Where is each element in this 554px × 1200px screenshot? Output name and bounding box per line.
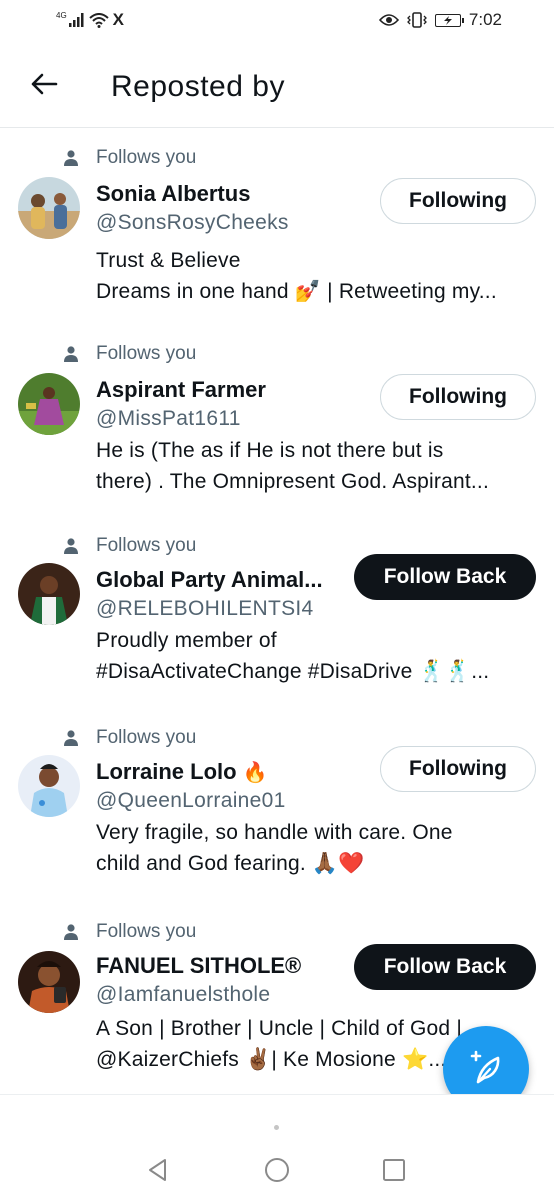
bio-line: Dreams in one hand 💅 | Retweeting my... — [96, 280, 497, 303]
name-row: Sonia Albertus — [96, 181, 250, 207]
following-button[interactable]: Following — [380, 374, 536, 420]
display-name[interactable]: Sonia Albertus — [96, 181, 250, 207]
arrow-left-icon — [31, 73, 58, 95]
follows-you-label: Follows you — [96, 343, 197, 364]
nav-home-button[interactable] — [262, 1155, 292, 1185]
follow-back-button[interactable]: Follow Back — [354, 944, 536, 990]
bio-line: He is (The as if He is not there but is — [96, 439, 444, 462]
eye-icon — [378, 14, 399, 26]
follow-back-button[interactable]: Follow Back — [354, 554, 536, 600]
avatar[interactable] — [18, 755, 80, 817]
user-handle: @MissPat1611 — [96, 407, 241, 430]
avatar[interactable] — [18, 563, 80, 625]
user-handle: @SonsRosyCheeks — [96, 211, 289, 234]
nav-indicator-dot — [274, 1125, 279, 1130]
nav-back-button[interactable] — [143, 1155, 173, 1185]
name-row: FANUEL SITHOLE® — [96, 953, 301, 979]
wifi-icon — [89, 12, 109, 28]
social-context: Follows you — [62, 147, 196, 169]
follows-you-label: Follows you — [96, 727, 197, 748]
person-icon — [64, 346, 78, 362]
system-nav-bar — [0, 1094, 554, 1200]
user-list: Follows you Sonia Albertus @SonsRosyChee… — [0, 129, 554, 1071]
following-button[interactable]: Following — [380, 746, 536, 792]
social-context: Follows you — [62, 535, 196, 557]
signal-icon — [68, 13, 84, 27]
user-handle: @QueenLorraine01 — [96, 789, 286, 812]
social-context: Follows you — [62, 727, 196, 749]
bio-line: Trust & Believe — [96, 249, 241, 272]
user-handle: @Iamfanuelsthole — [96, 983, 271, 1006]
follows-you-label: Follows you — [96, 147, 197, 168]
user-cell[interactable]: Follows you Global Party Animal... @RELE… — [0, 517, 554, 709]
user-cell[interactable]: Follows you Sonia Albertus @SonsRosyChee… — [0, 129, 554, 325]
user-cell[interactable]: Follows you Lorraine Lolo 🔥 @QueenLorrai… — [0, 709, 554, 903]
social-context: Follows you — [62, 343, 196, 365]
home-circle-icon — [265, 1158, 289, 1182]
person-icon — [64, 150, 78, 166]
status-bar: 4G X 7:02 — [0, 0, 554, 44]
display-name[interactable]: Lorraine Lolo — [96, 759, 237, 785]
user-bio: Trust & Believe Dreams in one hand 💅 | R… — [96, 245, 536, 307]
name-row: Lorraine Lolo 🔥 — [96, 759, 267, 785]
display-name[interactable]: FANUEL SITHOLE® — [96, 953, 301, 979]
bio-line: #DisaActivateChange #DisaDrive 🕺🕺... — [96, 660, 490, 683]
user-bio: He is (The as if He is not there but is … — [96, 435, 536, 497]
bio-line: Proudly member of — [96, 629, 277, 652]
battery-icon — [434, 13, 464, 27]
clock-time: 7:02 — [468, 10, 502, 29]
bio-line: Very fragile, so handle with care. One — [96, 821, 453, 844]
person-icon — [64, 538, 78, 554]
follows-you-label: Follows you — [96, 535, 197, 556]
user-cell[interactable]: Follows you Aspirant Farmer @MissPat1611… — [0, 325, 554, 517]
compose-post-icon — [470, 1050, 500, 1084]
bio-line: there) . The Omnipresent God. Aspirant..… — [96, 470, 489, 493]
network-type: 4G — [56, 10, 67, 20]
name-row: Aspirant Farmer — [96, 377, 266, 403]
avatar[interactable] — [18, 177, 80, 239]
user-bio: Proudly member of #DisaActivateChange #D… — [96, 625, 536, 687]
person-icon — [64, 924, 78, 940]
person-icon — [64, 730, 78, 746]
bio-line: child and God fearing. 🙏🏾❤️ — [96, 852, 365, 875]
status-right: 7:02 — [378, 10, 502, 30]
fire-emoji-icon: 🔥 — [242, 760, 268, 784]
display-name[interactable]: Global Party Animal... — [96, 567, 323, 593]
vibrate-icon — [406, 12, 427, 28]
follows-you-label: Follows you — [96, 921, 197, 942]
x-logo-icon: X — [112, 10, 125, 29]
page-title: Reposted by — [111, 70, 285, 103]
social-context: Follows you — [62, 921, 196, 943]
avatar[interactable] — [18, 951, 80, 1013]
nav-recents-button[interactable] — [379, 1155, 409, 1185]
user-handle: @RELEBOHILENTSI4 — [96, 597, 314, 620]
recents-square-icon — [383, 1159, 405, 1181]
avatar[interactable] — [18, 373, 80, 435]
name-row: Global Party Animal... — [96, 567, 323, 593]
following-button[interactable]: Following — [380, 178, 536, 224]
user-bio: Very fragile, so handle with care. One c… — [96, 817, 536, 879]
page-header: Reposted by — [0, 44, 554, 128]
back-button[interactable] — [26, 66, 62, 102]
display-name[interactable]: Aspirant Farmer — [96, 377, 266, 403]
back-triangle-icon — [149, 1159, 166, 1181]
status-left: 4G X — [56, 10, 124, 30]
